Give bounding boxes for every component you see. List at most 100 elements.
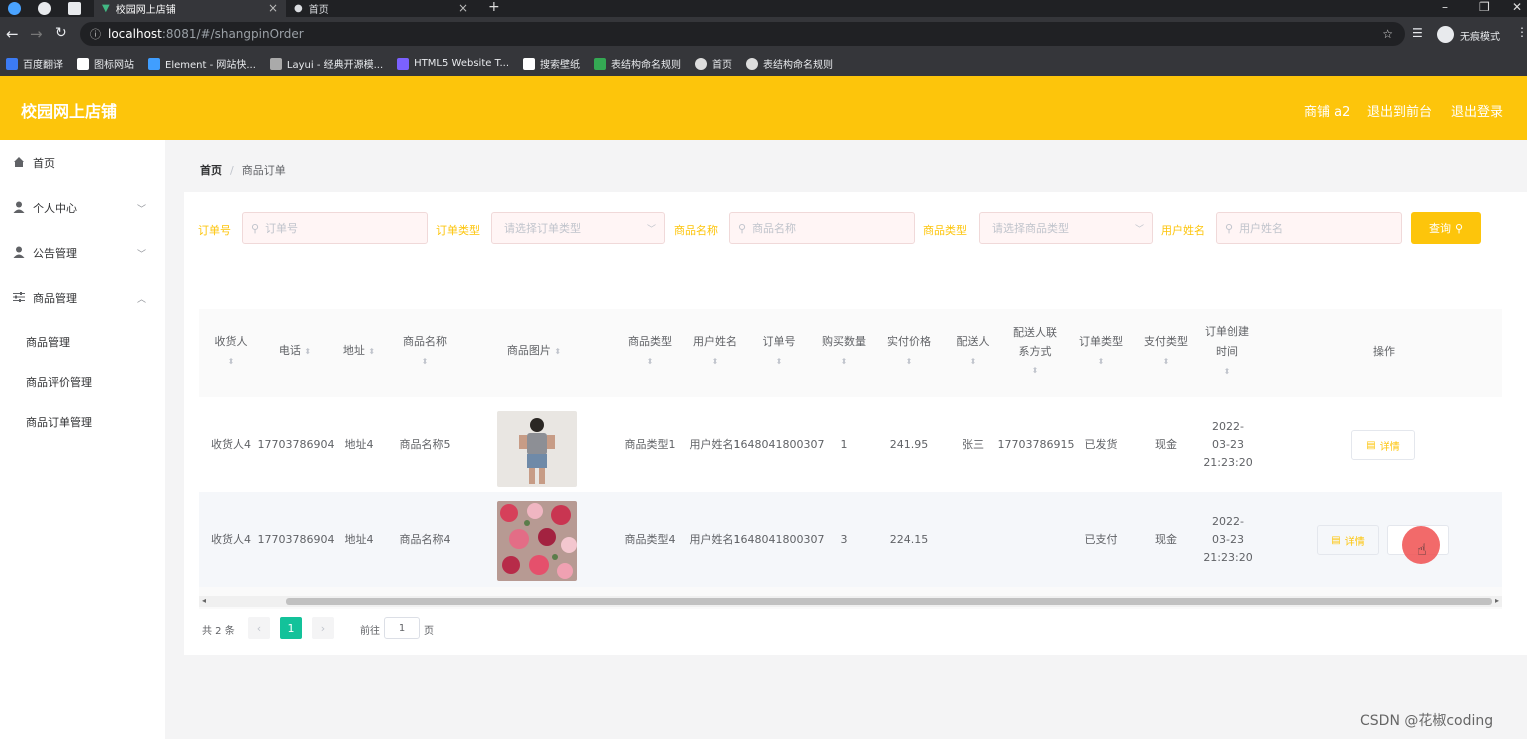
watermark: CSDN @花椒coding bbox=[1360, 713, 1494, 729]
reload-icon[interactable]: ↻ bbox=[55, 25, 67, 41]
bookmark[interactable]: 百度翻译 bbox=[6, 56, 63, 71]
sort-icon: ⬍ bbox=[711, 356, 719, 366]
col-order-type[interactable]: 订单类型 ⬍ bbox=[1071, 309, 1131, 394]
cell-product-type: 商品类型1 bbox=[624, 437, 676, 451]
col-paid-price[interactable]: 实付价格 ⬍ bbox=[879, 309, 939, 394]
sidebar-item-label: 个人中心 bbox=[33, 202, 77, 215]
prev-page-button[interactable]: ‹ bbox=[248, 617, 270, 639]
col-product-type[interactable]: 商品类型 ⬍ bbox=[619, 309, 681, 394]
page-button-current[interactable]: 1 bbox=[280, 617, 302, 639]
product-image[interactable] bbox=[497, 501, 577, 581]
bookmark[interactable]: 搜索壁纸 bbox=[523, 56, 580, 71]
scrollbar-thumb[interactable] bbox=[286, 598, 1492, 605]
document-icon: ▤ bbox=[1331, 534, 1341, 546]
col-order-no[interactable]: 订单号 ⬍ bbox=[749, 309, 809, 394]
detail-button[interactable]: ▤ 详情 bbox=[1317, 525, 1379, 555]
globe-icon[interactable] bbox=[38, 2, 51, 15]
minimize-button[interactable]: – bbox=[1442, 0, 1448, 14]
table-row[interactable]: 收货人4 17703786904 地址4 商品名称4 商品类型4 用户姓名1 1… bbox=[199, 492, 1502, 587]
cell-phone: 17703786904 bbox=[257, 437, 335, 451]
col-payment-type[interactable]: 支付类型 ⬍ bbox=[1136, 309, 1196, 394]
user-name: 商铺 a2 bbox=[1304, 105, 1351, 120]
cell-order-type: 已发货 bbox=[1084, 437, 1118, 451]
back-icon[interactable]: ← bbox=[6, 25, 19, 43]
col-product-image[interactable]: 商品图片 ⬍ bbox=[469, 309, 599, 394]
logout-link[interactable]: 退出登录 bbox=[1451, 101, 1503, 120]
chevron-down-icon: ﹀ bbox=[137, 204, 147, 215]
hand-cursor-icon: ☝ bbox=[1417, 540, 1427, 559]
sidebar-item-products[interactable]: 商品管理 ︿ bbox=[0, 281, 165, 315]
bookmark[interactable]: 图标网站 bbox=[77, 56, 134, 71]
col-quantity[interactable]: 购买数量 ⬍ bbox=[814, 309, 874, 394]
address-bar: ← → ↻ ⓘ localhost:8081/#/shangpinOrder ☆… bbox=[0, 17, 1527, 51]
chevron-up-icon: ︿ bbox=[137, 294, 147, 305]
col-phone[interactable]: 电话 ⬍ bbox=[265, 309, 325, 394]
more-icon[interactable]: ⋮ bbox=[1516, 25, 1527, 39]
back-to-front-link[interactable]: 退出到前台 bbox=[1367, 101, 1432, 120]
bookmark[interactable]: 首页 bbox=[695, 56, 732, 71]
col-user-name[interactable]: 用户姓名 ⬍ bbox=[684, 309, 746, 394]
star-icon[interactable]: ☆ bbox=[1382, 27, 1393, 41]
sidebar-subitem-reviews[interactable]: 商品评价管理 bbox=[26, 374, 92, 390]
search-icon: ⚲ bbox=[1225, 221, 1234, 235]
product-image[interactable] bbox=[497, 411, 577, 487]
queue-icon[interactable]: ☰ bbox=[1412, 26, 1423, 40]
col-courier[interactable]: 配送人 ⬍ bbox=[943, 309, 1003, 394]
orders-table: 收货人 ⬍ 电话 ⬍ 地址 ⬍ 商品名称 ⬍ 商品图片 ⬍ 商品类型 ⬍ 用户姓名 ⬍ … bbox=[199, 309, 1502, 609]
info-icon[interactable]: ⓘ bbox=[90, 26, 101, 42]
tab-title: 首页 bbox=[308, 5, 329, 16]
user-name-input[interactable]: ⚲ 用户姓名 bbox=[1216, 212, 1402, 244]
restore-button[interactable]: ❐ bbox=[1479, 0, 1490, 14]
col-product-name[interactable]: 商品名称 ⬍ bbox=[395, 309, 455, 394]
window-icon[interactable] bbox=[68, 2, 81, 15]
cell-courier bbox=[943, 492, 1003, 587]
order-no-input[interactable]: ⚲ 订单号 bbox=[242, 212, 428, 244]
col-courier-contact[interactable]: 配送人联系方式 ⬍ bbox=[1009, 309, 1061, 394]
product-type-label: 商品类型 bbox=[923, 224, 967, 237]
next-page-button[interactable]: › bbox=[312, 617, 334, 639]
product-type-select[interactable]: 请选择商品类型 ﹀ bbox=[979, 212, 1153, 244]
app-icon[interactable] bbox=[8, 2, 21, 15]
col-created-time[interactable]: 订单创建时间 ⬍ bbox=[1202, 309, 1252, 394]
search-button[interactable]: 查询 ⚲ bbox=[1411, 212, 1481, 244]
bookmark[interactable]: HTML5 Website T... bbox=[397, 57, 509, 70]
scroll-right-icon[interactable]: ▸ bbox=[1495, 596, 1499, 605]
close-icon[interactable]: × bbox=[458, 1, 468, 15]
sidebar-item-profile[interactable]: 个人中心 ﹀ bbox=[0, 191, 165, 225]
close-icon[interactable]: × bbox=[268, 1, 278, 15]
browser-tab-bar: ▼ 校园网上店铺 × ● 首页 × + – ❐ ✕ bbox=[0, 0, 1527, 17]
bookmark[interactable]: Element - 网站快... bbox=[148, 56, 256, 71]
bookmark[interactable]: 表结构命名规则 bbox=[594, 56, 681, 71]
cell-quantity: 3 bbox=[840, 532, 848, 546]
sort-icon: ⬍ bbox=[1031, 366, 1039, 375]
close-window-button[interactable]: ✕ bbox=[1512, 0, 1522, 14]
order-type-select[interactable]: 请选择订单类型 ﹀ bbox=[491, 212, 665, 244]
bookmark[interactable]: Layui - 经典开源模... bbox=[269, 56, 383, 71]
cell-phone: 17703786904 bbox=[257, 532, 335, 546]
scroll-left-icon[interactable]: ◂ bbox=[202, 596, 206, 605]
breadcrumb: 首页 / 商品订单 bbox=[200, 162, 286, 178]
cell-order-no: 1648041800307 bbox=[733, 437, 825, 451]
sort-icon: ⬍ bbox=[554, 347, 562, 356]
sidebar-subitem-products[interactable]: 商品管理 bbox=[26, 334, 70, 350]
horizontal-scrollbar[interactable]: ◂ ▸ bbox=[199, 596, 1502, 607]
new-tab-button[interactable]: + bbox=[488, 0, 500, 15]
sidebar-item-notice[interactable]: 公告管理 ﹀ bbox=[0, 236, 165, 270]
tab-home[interactable]: ● 首页 × bbox=[286, 0, 476, 17]
col-address[interactable]: 地址 ⬍ bbox=[329, 309, 389, 394]
product-name-input[interactable]: ⚲ 商品名称 bbox=[729, 212, 915, 244]
tab-shop[interactable]: ▼ 校园网上店铺 × bbox=[94, 0, 286, 17]
sidebar-subitem-orders[interactable]: 商品订单管理 bbox=[26, 414, 92, 430]
col-receiver[interactable]: 收货人 ⬍ bbox=[203, 309, 259, 394]
sort-icon: ⬍ bbox=[775, 356, 783, 366]
chevron-down-icon: ﹀ bbox=[137, 249, 147, 260]
breadcrumb-home[interactable]: 首页 bbox=[200, 164, 222, 177]
sidebar-item-home[interactable]: 首页 bbox=[0, 146, 165, 180]
table-row[interactable]: 收货人4 17703786904 地址4 商品名称5 商品类型1 用户姓名1 1… bbox=[199, 397, 1502, 492]
goto-page-input[interactable]: 1 bbox=[384, 617, 420, 639]
url-field[interactable]: ⓘ localhost:8081/#/shangpinOrder ☆ bbox=[80, 22, 1405, 46]
forward-icon[interactable]: → bbox=[30, 25, 43, 43]
bookmark[interactable]: 表结构命名规则 bbox=[746, 56, 833, 71]
sort-icon: ⬍ bbox=[421, 356, 429, 366]
detail-button[interactable]: ▤ 详情 bbox=[1351, 430, 1415, 460]
